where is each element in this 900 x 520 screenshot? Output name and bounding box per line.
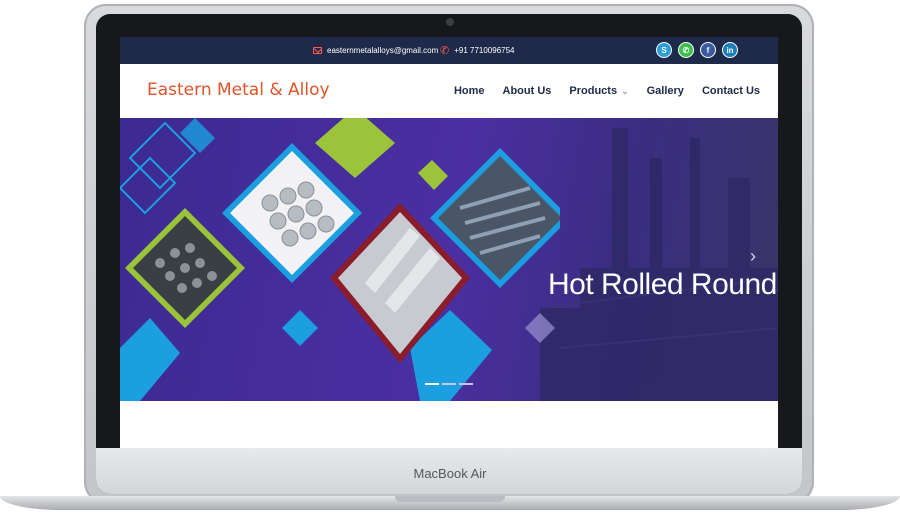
hero-slider[interactable]: Hot Rolled Rounds › xyxy=(120,118,778,401)
nav-item-label: Home xyxy=(453,85,485,97)
email-contact[interactable]: easternmetalalloys@gmail.com xyxy=(313,37,438,64)
whatsapp-icon[interactable]: ✆ xyxy=(678,42,694,58)
linkedin-icon[interactable]: in xyxy=(722,42,738,58)
phone-contact[interactable]: ✆ +91 7710096754 xyxy=(440,37,515,64)
hero-title: Hot Rolled Rounds xyxy=(548,268,778,301)
nav-item-home[interactable]: Home xyxy=(454,85,485,97)
nav-item-contact[interactable]: Contact Us xyxy=(702,85,760,97)
nav-item-products[interactable]: Products ⌄ xyxy=(569,85,628,97)
phone-text[interactable]: +91 7710096754 xyxy=(454,46,514,55)
nav-item-label: Contact Us xyxy=(701,85,760,97)
slider-dot[interactable] xyxy=(459,383,473,385)
nav-item-label: Gallery xyxy=(646,85,684,97)
nav-item-gallery[interactable]: Gallery xyxy=(647,85,684,97)
social-links: S ✆ f in xyxy=(656,42,738,58)
facebook-icon[interactable]: f xyxy=(700,42,716,58)
nav-item-about[interactable]: About Us xyxy=(503,85,552,97)
chevron-right-icon[interactable]: › xyxy=(750,246,756,267)
slider-dot[interactable] xyxy=(425,383,439,385)
nav-item-label: About Us xyxy=(502,85,552,97)
device-brand-label: MacBook Air xyxy=(413,466,487,481)
slider-dots xyxy=(425,383,473,385)
content-area xyxy=(120,401,778,448)
camera-icon xyxy=(446,18,454,26)
top-contact-bar: easternmetalalloys@gmail.com ✆ +91 77100… xyxy=(120,37,778,64)
nav-item-label: Products xyxy=(569,85,618,97)
mail-icon xyxy=(313,47,322,54)
chevron-down-icon: ⌄ xyxy=(621,85,629,96)
slider-dot[interactable] xyxy=(442,383,456,385)
site-logo[interactable]: Eastern Metal & Alloy xyxy=(147,80,330,100)
product-diamonds-graphic xyxy=(120,118,560,401)
nav-menu: Home About Us Products ⌄ Gallery Contact… xyxy=(454,64,760,118)
screen: easternmetalalloys@gmail.com ✆ +91 77100… xyxy=(120,37,778,448)
phone-icon: ✆ xyxy=(440,45,450,57)
main-navbar: Eastern Metal & Alloy Home About Us Prod… xyxy=(120,64,778,119)
email-text[interactable]: easternmetalalloys@gmail.com xyxy=(327,46,438,55)
laptop-notch xyxy=(395,496,505,502)
skype-icon[interactable]: S xyxy=(656,42,672,58)
